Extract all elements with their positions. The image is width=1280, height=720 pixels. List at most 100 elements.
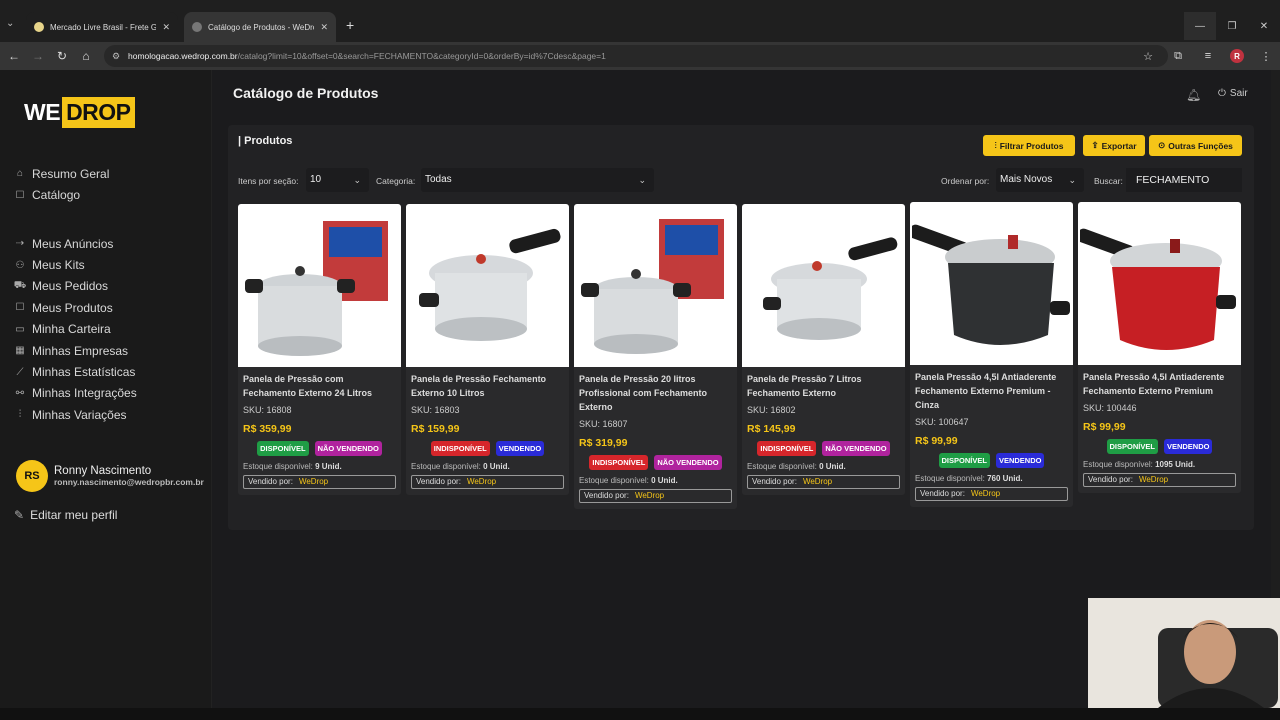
product-sku: SKU: 100647	[915, 417, 969, 427]
product-name[interactable]: Panela de Pressão 7 Litros Fechamento Ex…	[747, 372, 900, 400]
new-tab-plus-icon[interactable]: +	[346, 18, 354, 32]
gray-pressure-cooker-image	[911, 224, 1070, 345]
close-tab-icon[interactable]: ✕	[320, 22, 328, 33]
seller-box: Vendido por: WeDrop	[243, 475, 396, 489]
tab-search-chevron-icon[interactable]: ⌄	[6, 18, 20, 32]
sidebar-item-minhas-variacoes[interactable]: ⫶ Minhas Variações	[14, 404, 137, 425]
browser-tab-catalogo[interactable]: Catálogo de Produtos - WeDrop ✕	[184, 12, 336, 42]
product-name[interactable]: Panela de Pressão com Fechamento Externo…	[243, 372, 396, 400]
availability-badge: INDISPONÍVEL	[757, 441, 817, 456]
selling-status-badge[interactable]: NÃO VENDENDO	[314, 441, 382, 456]
other-functions-button[interactable]: ⊙ Outras Funções	[1149, 135, 1242, 156]
bottom-bar	[0, 708, 1280, 720]
product-name[interactable]: Panela de Pressão 20 litros Profissional…	[579, 372, 732, 414]
logo-we: WE	[24, 99, 61, 125]
sidebar-item-label: Meus Produtos	[32, 300, 113, 315]
logo-drop: DROP	[62, 97, 135, 128]
sidebar: WE DROP ⌂ Resumo Geral ☐ Catálogo ⇢ Meus …	[0, 70, 212, 720]
items-per-page-select[interactable]: 10 ⌄	[306, 168, 369, 192]
product-card[interactable]: Panela de Pressão 7 Litros Fechamento Ex…	[742, 204, 905, 495]
stock-value: 0 Unid.	[819, 462, 846, 471]
export-button[interactable]: ⇪ Exportar	[1083, 135, 1145, 156]
product-card[interactable]: Panela de Pressão com Fechamento Externo…	[238, 204, 401, 495]
seller-name: WeDrop	[466, 477, 497, 486]
close-tab-icon[interactable]: ✕	[162, 22, 170, 33]
home-icon[interactable]: ⌂	[78, 48, 94, 64]
stock-info: Estoque disponível: 0 Unid.	[579, 476, 732, 485]
selling-status-badge[interactable]: VENDENDO	[995, 453, 1045, 468]
seller-label: Vendido por:	[920, 489, 965, 498]
sidebar-item-minhas-empresas[interactable]: ▦ Minhas Empresas	[14, 340, 137, 361]
search-input[interactable]	[1126, 168, 1242, 192]
pressure-cooker-image	[762, 236, 897, 340]
product-name[interactable]: Panela Pressão 4,5l Antiaderente Fechame…	[1083, 370, 1236, 398]
sidebar-item-label: Meus Kits	[32, 258, 85, 273]
product-name[interactable]: Panela de Pressão Fechamento Externo 10 …	[411, 372, 564, 400]
browser-tab-mercadolivre[interactable]: Mercado Livre Brasil - Frete Grá ✕	[26, 12, 178, 42]
product-sku: SKU: 16808	[243, 405, 292, 415]
sidebar-item-label: Minhas Estatísticas	[32, 365, 136, 380]
user-profile[interactable]: RS Ronny Nascimento ronny.nascimento@wed…	[16, 460, 204, 492]
selling-status-badge[interactable]: VENDENDO	[1163, 439, 1213, 454]
selling-status-badge[interactable]: VENDENDO	[495, 441, 545, 456]
order-by-select[interactable]: Mais Novos ⌄	[996, 168, 1084, 192]
product-image[interactable]	[238, 204, 401, 367]
product-card[interactable]: Panela Pressão 4,5l Antiaderente Fechame…	[910, 202, 1073, 507]
sidebar-item-meus-anuncios[interactable]: ⇢ Meus Anúncios	[14, 233, 137, 254]
stock-label: Estoque disponível:	[243, 462, 313, 471]
logout-button[interactable]: ⏻ Sair	[1218, 88, 1248, 99]
bookmark-star-icon[interactable]: ☆	[1140, 48, 1156, 64]
url-host: homologacao.wedrop.com.br	[128, 51, 238, 61]
product-card[interactable]: Panela de Pressão Fechamento Externo 10 …	[406, 204, 569, 495]
selling-status-badge[interactable]: NÃO VENDENDO	[654, 455, 722, 470]
availability-badge: INDISPONÍVEL	[430, 441, 490, 456]
product-name[interactable]: Panela Pressão 4,5l Antiaderente Fechame…	[915, 370, 1068, 412]
site-info-icon[interactable]: ⚙	[112, 45, 120, 67]
product-card[interactable]: Panela Pressão 4,5l Antiaderente Fechame…	[1078, 202, 1241, 493]
sidebar-item-resumo-geral[interactable]: ⌂ Resumo Geral	[14, 163, 109, 184]
product-image[interactable]	[1078, 202, 1241, 365]
sidebar-item-meus-pedidos[interactable]: ⛟ Meus Pedidos	[14, 276, 137, 297]
reload-icon[interactable]: ↻	[54, 48, 70, 64]
seller-label: Vendido por:	[584, 491, 629, 500]
forward-arrow-icon[interactable]: →	[30, 48, 46, 64]
sidebar-item-meus-kits[interactable]: ⚇ Meus Kits	[14, 254, 137, 275]
window-close-icon[interactable]: ✕	[1248, 12, 1280, 40]
filter-products-button[interactable]: ⫶ Filtrar Produtos	[983, 135, 1075, 156]
back-arrow-icon[interactable]: ←	[6, 48, 22, 64]
product-image[interactable]	[406, 204, 569, 367]
category-select[interactable]: Todas ⌄	[421, 168, 654, 192]
products-icon: ☐	[15, 302, 25, 314]
product-image[interactable]	[574, 204, 737, 367]
edit-profile-link[interactable]: ✎ Editar meu perfil	[14, 508, 117, 522]
product-price: R$ 99,99	[1083, 421, 1126, 433]
stock-info: Estoque disponível: 0 Unid.	[411, 462, 564, 471]
extensions-icon[interactable]: ⧉	[1170, 48, 1186, 64]
seller-name: WeDrop	[1138, 475, 1169, 484]
selling-status-badge[interactable]: NÃO VENDENDO	[822, 441, 890, 456]
minimize-icon[interactable]: —	[1184, 12, 1216, 40]
sidebar-item-minha-carteira[interactable]: ▭ Minha Carteira	[14, 319, 137, 340]
toolbar-icons: ☆ ⧉ ≡ R ⋮	[1140, 48, 1274, 64]
sidebar-item-minhas-estatisticas[interactable]: ⟋ Minhas Estatísticas	[14, 361, 137, 382]
chevron-down-icon: ⌄	[353, 175, 361, 185]
product-card[interactable]: Panela de Pressão 20 litros Profissional…	[574, 204, 737, 509]
sidebar-item-catalogo[interactable]: ☐ Catálogo	[14, 184, 109, 205]
product-price: R$ 145,99	[747, 423, 796, 435]
media-icon[interactable]: ≡	[1200, 48, 1216, 64]
sidebar-item-meus-produtos[interactable]: ☐ Meus Produtos	[14, 297, 137, 318]
url-field[interactable]: ⚙ homologacao.wedrop.com.br/catalog?limi…	[104, 45, 1168, 67]
address-bar-row: ← → ↻ ⌂ ⚙ homologacao.wedrop.com.br/cata…	[0, 42, 1280, 70]
profile-avatar-icon[interactable]: R	[1230, 49, 1244, 63]
bell-icon[interactable]: 🔔︎	[1186, 88, 1201, 102]
stock-info: Estoque disponível: 0 Unid.	[747, 462, 900, 471]
sidebar-item-minhas-integracoes[interactable]: ⚯ Minhas Integrações	[14, 383, 137, 404]
restore-icon[interactable]: ❐	[1216, 12, 1248, 40]
product-image[interactable]	[910, 202, 1073, 365]
kebab-menu-icon[interactable]: ⋮	[1258, 48, 1274, 64]
seller-name: WeDrop	[634, 491, 665, 500]
wedrop-logo[interactable]: WE DROP	[24, 96, 135, 129]
filter-products-label: Filtrar Produtos	[999, 140, 1064, 151]
product-image[interactable]	[742, 204, 905, 367]
webcam-overlay	[1088, 598, 1280, 708]
